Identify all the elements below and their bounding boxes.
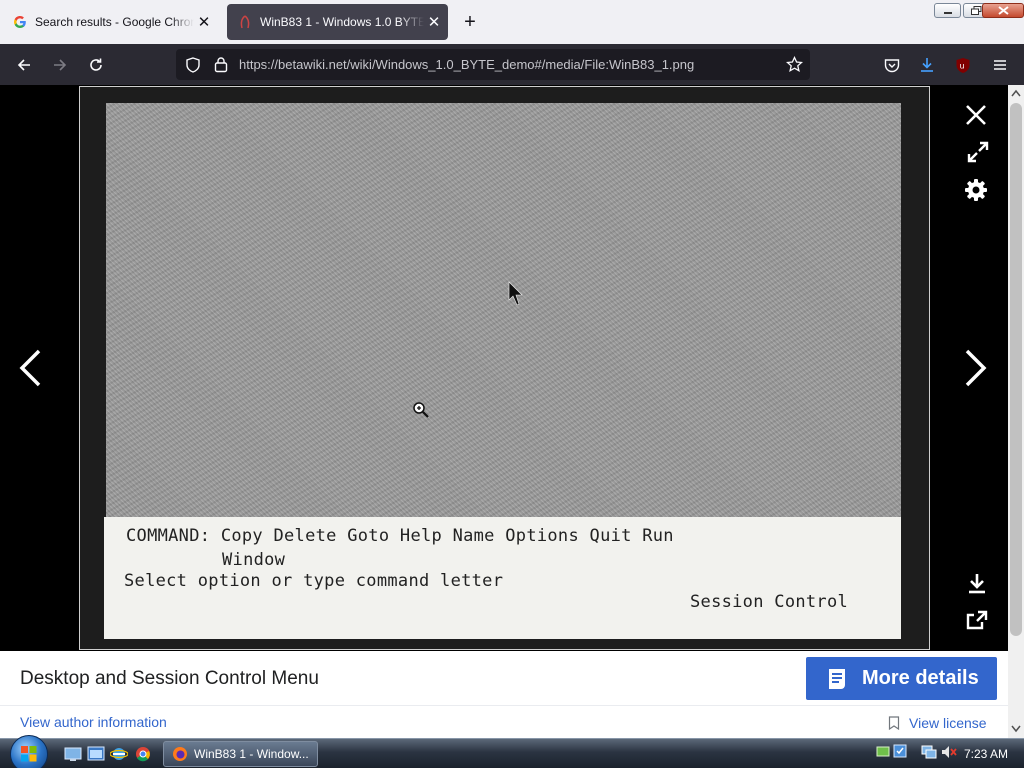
internet-explorer-icon[interactable]	[110, 746, 128, 762]
download-image-button[interactable]	[963, 569, 991, 597]
bookmark-star-icon[interactable]	[786, 56, 803, 73]
next-image-button[interactable]	[962, 349, 990, 387]
address-bar[interactable]: https://betawiki.net/wiki/Windows_1.0_BY…	[176, 49, 810, 80]
forward-button[interactable]	[47, 52, 73, 78]
app-menu-button[interactable]	[987, 52, 1013, 78]
ublock-shield-icon: u	[956, 57, 970, 73]
tray-security-icon[interactable]	[893, 744, 907, 758]
chrome-icon[interactable]	[134, 746, 152, 762]
hamburger-menu-icon	[994, 60, 1006, 70]
zoom-cursor-icon	[413, 402, 429, 418]
more-details-label: More details	[862, 667, 979, 689]
caption-divider	[0, 705, 1008, 706]
shield-icon[interactable]	[186, 57, 200, 73]
window-switcher-icon[interactable]	[87, 746, 105, 762]
tray-network-icon[interactable]	[921, 745, 937, 759]
tab-title: WinB83 1 - Windows 1.0 BYTE demo	[260, 15, 424, 29]
license-link[interactable]: View license	[888, 715, 987, 731]
svg-text:u: u	[960, 61, 965, 70]
image-prompt-text: Select option or type command letter	[124, 571, 504, 591]
chevron-left-icon	[19, 349, 41, 387]
scrollbar-thumb[interactable]	[1010, 103, 1022, 636]
previous-image-button[interactable]	[16, 349, 44, 387]
gear-icon	[965, 179, 987, 201]
share-icon	[966, 610, 988, 630]
close-viewer-button[interactable]	[962, 101, 990, 129]
taskbar-task-label: WinB83 1 - Window...	[194, 747, 309, 761]
scroll-up-icon[interactable]	[1011, 89, 1021, 97]
tray-network-sharing-icon[interactable]	[876, 744, 890, 758]
minimize-icon	[943, 11, 952, 14]
browser-tabstrip: Search results - Google Chrome ✕ WinB83 …	[0, 0, 1024, 44]
settings-button[interactable]	[962, 176, 990, 204]
license-link-label: View license	[909, 715, 987, 731]
new-tab-button[interactable]: +	[458, 10, 482, 34]
url-text: https://betawiki.net/wiki/Windows_1.0_BY…	[239, 57, 695, 72]
desktop-screen: Search results - Google Chrome ✕ WinB83 …	[0, 0, 1024, 768]
pocket-button[interactable]	[879, 52, 905, 78]
system-clock[interactable]: 7:23 AM	[964, 747, 1008, 761]
google-icon	[12, 14, 28, 30]
fullscreen-button[interactable]	[964, 138, 992, 166]
start-button[interactable]	[10, 735, 48, 768]
firefox-icon	[173, 747, 187, 761]
image-status-text: Session Control	[690, 592, 849, 612]
expand-icon	[967, 141, 989, 163]
share-image-button[interactable]	[963, 606, 991, 634]
close-window-button[interactable]	[982, 3, 1024, 18]
tab-search-results[interactable]: Search results - Google Chrome ✕	[2, 4, 218, 40]
tab-winb83[interactable]: WinB83 1 - Windows 1.0 BYTE demo ✕	[227, 4, 448, 40]
betawiki-icon	[237, 14, 253, 30]
back-button[interactable]	[11, 52, 37, 78]
taskbar-firefox-window[interactable]: WinB83 1 - Window...	[163, 741, 318, 767]
windows-taskbar: WinB83 1 - Window... 7:23 AM	[0, 735, 1024, 768]
author-info-link[interactable]: View author information	[20, 714, 167, 730]
reload-icon	[90, 58, 102, 71]
restore-icon	[971, 6, 982, 15]
downloads-button[interactable]	[914, 52, 940, 78]
mouse-pointer-icon	[508, 281, 523, 306]
close-icon	[997, 6, 1009, 15]
show-desktop-icon[interactable]	[64, 746, 82, 762]
reload-button[interactable]	[83, 52, 109, 78]
close-icon	[966, 105, 986, 125]
image-texture	[106, 103, 901, 517]
scroll-down-icon[interactable]	[1011, 725, 1021, 733]
more-details-button[interactable]: More details	[806, 657, 997, 700]
close-tab-icon[interactable]: ✕	[194, 12, 214, 32]
document-icon	[829, 668, 845, 689]
forward-arrow-icon	[54, 59, 67, 71]
windows-logo-icon	[21, 746, 37, 762]
download-icon	[921, 58, 933, 72]
license-icon	[888, 716, 900, 730]
image-caption-title: Desktop and Session Control Menu	[20, 668, 319, 689]
navigation-toolbar: https://betawiki.net/wiki/Windows_1.0_BY…	[0, 44, 1024, 106]
ublock-extension-button[interactable]: u	[950, 52, 976, 78]
minimize-button[interactable]	[934, 3, 961, 18]
tab-title: Search results - Google Chrome	[35, 15, 194, 29]
lock-icon[interactable]	[214, 56, 228, 73]
media-caption-panel: Desktop and Session Control Menu More de…	[0, 651, 1008, 738]
image-command-line-wrap: Window	[222, 550, 286, 570]
tray-volume-muted-icon[interactable]	[941, 745, 957, 759]
back-arrow-icon	[17, 59, 30, 71]
chevron-right-icon	[965, 349, 987, 387]
download-icon	[969, 574, 985, 594]
image-command-line: COMMAND: Copy Delete Goto Help Name Opti…	[126, 526, 674, 546]
close-tab-icon[interactable]: ✕	[424, 12, 444, 32]
pocket-icon	[884, 58, 900, 72]
